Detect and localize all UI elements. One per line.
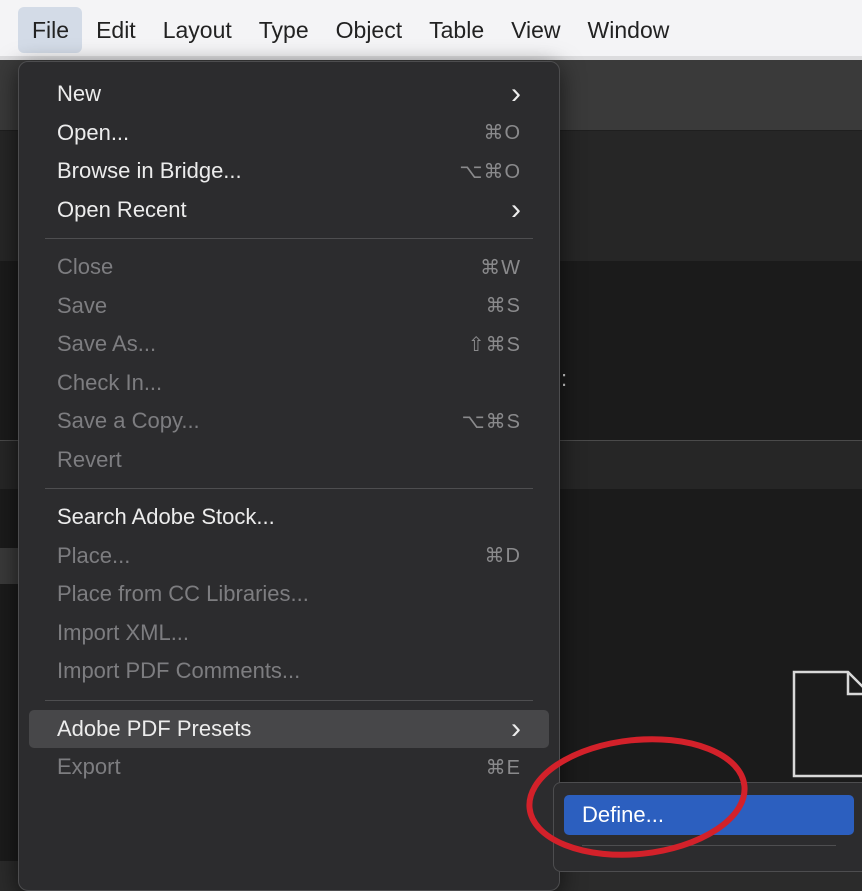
menu-item-label: Open Recent bbox=[57, 196, 187, 222]
menubar-edit[interactable]: Edit bbox=[82, 7, 149, 53]
menu-item-save-a-copy: Save a Copy... ⌥⌘S bbox=[29, 402, 549, 441]
menu-item-label: Revert bbox=[57, 446, 122, 472]
menubar-window[interactable]: Window bbox=[574, 7, 683, 53]
menu-item-browse-in-bridge[interactable]: Browse in Bridge... ⌥⌘O bbox=[29, 152, 549, 191]
menu-item-export: Export ⌘E bbox=[29, 748, 549, 787]
menubar-view[interactable]: View bbox=[497, 7, 573, 53]
menu-item-label: Import XML... bbox=[57, 619, 190, 645]
menu-item-label: Place... bbox=[57, 542, 131, 568]
shortcut-label: ⌘D bbox=[484, 545, 521, 568]
menu-item-label: Export bbox=[57, 754, 121, 780]
submenu-separator bbox=[582, 845, 836, 846]
left-panel-strip bbox=[0, 548, 20, 584]
shortcut-label: ⌘O bbox=[483, 122, 521, 145]
shortcut-label: ⌥⌘O bbox=[459, 160, 521, 183]
document-icon[interactable] bbox=[792, 668, 862, 780]
shortcut-label: ⌘W bbox=[480, 256, 521, 279]
menubar-layout[interactable]: Layout bbox=[149, 7, 245, 53]
menu-item-label: Save a Copy... bbox=[57, 408, 200, 434]
adobe-pdf-presets-submenu: Define... bbox=[553, 782, 862, 872]
menu-item-close: Close ⌘W bbox=[29, 248, 549, 287]
menu-item-import-pdf-comments: Import PDF Comments... bbox=[29, 652, 549, 691]
menu-item-label: Place from CC Libraries... bbox=[57, 581, 309, 607]
menu-bar-border bbox=[0, 56, 862, 60]
menu-item-search-adobe-stock[interactable]: Search Adobe Stock... bbox=[29, 498, 549, 537]
menu-item-label: Search Adobe Stock... bbox=[57, 504, 275, 530]
define-menu-item[interactable]: Define... bbox=[564, 795, 854, 835]
menu-separator bbox=[45, 699, 533, 701]
file-menu-dropdown: New › Open... ⌘O Browse in Bridge... ⌥⌘O Open … bbox=[18, 61, 560, 891]
menu-item-label: Open... bbox=[57, 119, 130, 145]
menu-item-revert: Revert bbox=[29, 441, 549, 480]
menu-item-import-xml: Import XML... bbox=[29, 614, 549, 653]
menubar-type[interactable]: Type bbox=[245, 7, 322, 53]
menu-bar: File Edit Layout Type Object Table View Window bbox=[0, 0, 862, 60]
shortcut-label: ⇧⌘S bbox=[467, 333, 521, 356]
menu-item-label: Import PDF Comments... bbox=[57, 658, 301, 684]
menu-item-label: Save bbox=[57, 292, 108, 318]
menu-item-label: Browse in Bridge... bbox=[57, 158, 242, 184]
menu-item-open[interactable]: Open... ⌘O bbox=[29, 114, 549, 153]
menu-separator bbox=[45, 488, 533, 489]
menu-item-label: New bbox=[57, 81, 102, 107]
menu-item-new[interactable]: New › bbox=[29, 75, 549, 114]
background-text-fragment: : bbox=[561, 366, 568, 391]
menu-item-save: Save ⌘S bbox=[29, 287, 549, 326]
shortcut-label: ⌥⌘S bbox=[461, 410, 521, 433]
menu-item-place: Place... ⌘D bbox=[29, 537, 549, 576]
chevron-right-icon: › bbox=[511, 77, 521, 111]
menu-item-label: Save As... bbox=[57, 331, 157, 357]
chevron-right-icon: › bbox=[511, 711, 521, 745]
menu-item-check-in: Check In... bbox=[29, 364, 549, 403]
menu-item-label: Check In... bbox=[57, 369, 163, 395]
chevron-right-icon: › bbox=[511, 192, 521, 226]
menu-item-label: Close bbox=[57, 254, 114, 280]
menu-separator bbox=[45, 238, 533, 239]
menu-item-open-recent[interactable]: Open Recent › bbox=[29, 191, 549, 230]
shortcut-label: ⌘S bbox=[485, 295, 521, 318]
menu-item-place-from-cc-libraries: Place from CC Libraries... bbox=[29, 575, 549, 614]
menubar-object[interactable]: Object bbox=[322, 7, 415, 53]
shortcut-label: ⌘E bbox=[485, 756, 521, 779]
menu-item-save-as: Save As... ⇧⌘S bbox=[29, 325, 549, 364]
menu-item-adobe-pdf-presets[interactable]: Adobe PDF Presets › bbox=[29, 709, 549, 748]
menubar-file[interactable]: File bbox=[18, 7, 83, 53]
menu-item-label: Adobe PDF Presets bbox=[57, 715, 252, 741]
menubar-table[interactable]: Table bbox=[415, 7, 497, 53]
